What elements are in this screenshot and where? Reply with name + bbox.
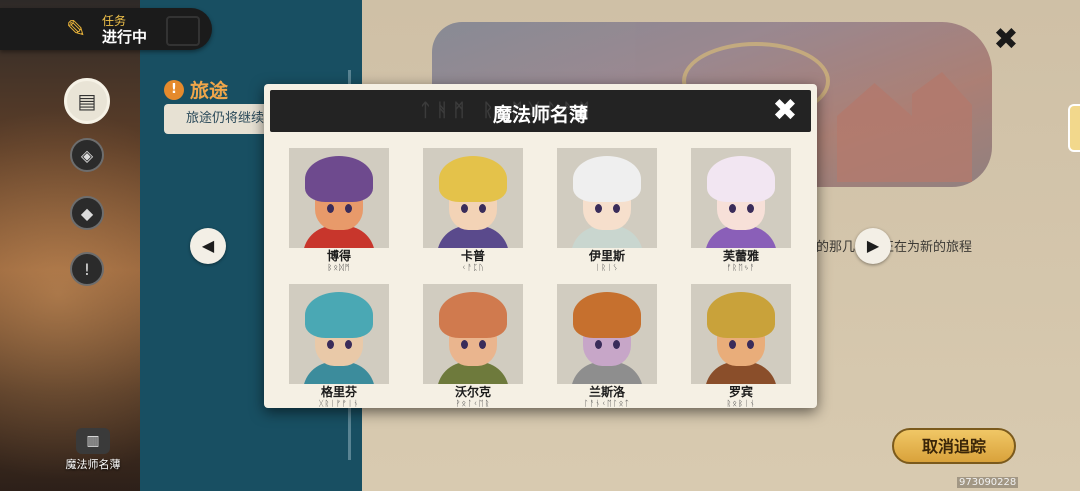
- exclamation-icon: !: [164, 79, 184, 100]
- mage-portrait: [289, 284, 389, 384]
- mage-portrait: [691, 148, 791, 248]
- portrait-eye: [327, 340, 334, 349]
- mage-card[interactable]: 格里芬 ᚷᚱᛁᚠᚠᛁᚾ: [289, 284, 389, 408]
- mage-card[interactable]: 沃尔克 ᚹᛟᛚᚲᛖᚱ: [423, 284, 523, 408]
- journey-header: ! 旅途: [164, 76, 228, 103]
- mage-name: 罗宾: [728, 385, 753, 399]
- portrait-hair: [707, 156, 775, 202]
- portrait-eye: [729, 340, 736, 349]
- portrait-hair: [305, 292, 373, 338]
- mage-portrait: [557, 148, 657, 248]
- portrait-hair: [305, 156, 373, 202]
- mage-name: 兰斯洛: [588, 385, 625, 399]
- compass-icon[interactable]: ◈: [70, 138, 104, 172]
- mage-name: 卡普: [460, 249, 485, 263]
- mage-rune-name: ᚠᚱᛖᛃᚨ: [726, 263, 756, 272]
- portrait-eye: [595, 340, 602, 349]
- arrow-left-icon[interactable]: ◀: [190, 228, 226, 264]
- portrait-eye: [595, 204, 602, 213]
- portrait-hair: [707, 292, 775, 338]
- mage-card[interactable]: 博得 ᛒᛟᛞᛗ: [289, 148, 389, 272]
- cancel-tracking-button[interactable]: 取消追踪: [892, 428, 1016, 464]
- portrait-hair: [439, 156, 507, 202]
- task-status-badge[interactable]: ✎ 任务 进行中: [0, 8, 212, 50]
- portrait-eye: [613, 340, 620, 349]
- mage-portrait: [423, 284, 523, 384]
- mage-rune-name: ᚱᛟᛒᛁᚾ: [726, 399, 756, 408]
- mage-name: 沃尔克: [454, 385, 491, 399]
- story-text: 的那几…是正在为新的旅程: [816, 240, 973, 255]
- task-status: 进行中: [102, 28, 148, 46]
- mage-portrait: [423, 148, 523, 248]
- portrait-eye: [479, 204, 486, 213]
- portrait-eye: [729, 204, 736, 213]
- book-icon: ▥: [76, 428, 110, 454]
- portrait-hair: [573, 156, 641, 202]
- mage-roster-label: 魔法师名薄: [65, 458, 121, 471]
- mage-name: 博得: [326, 249, 351, 263]
- mage-rune-name: ᛁᚱᛁᛊ: [595, 263, 619, 272]
- portrait-eye: [461, 340, 468, 349]
- mage-card[interactable]: 伊里斯 ᛁᚱᛁᛊ: [557, 148, 657, 272]
- portrait-eye: [479, 340, 486, 349]
- mage-name: 芙蕾雅: [722, 249, 759, 263]
- mage-rune-name: ᛚᚨᚾᚲᛖᛚᛟᛏ: [583, 399, 631, 408]
- map-icon: [166, 16, 200, 46]
- portrait-eye: [345, 340, 352, 349]
- mage-rune-name: ᚷᚱᛁᚠᚠᛁᚾ: [318, 399, 360, 408]
- task-label: 任务: [102, 14, 127, 28]
- mage-name: 伊里斯: [588, 249, 625, 263]
- close-icon[interactable]: ✖: [769, 95, 801, 127]
- user-id: 973090228: [957, 477, 1019, 488]
- portrait-hair: [573, 292, 641, 338]
- scroll-icon: ✎: [65, 15, 87, 43]
- arrow-right-icon[interactable]: ▶: [855, 228, 891, 264]
- modal-header: ᛏᚻᛗ ᚱ ᛗᚷᛚᚨᛗ 魔法师名薄 ✖: [270, 90, 811, 132]
- mage-card[interactable]: 芙蕾雅 ᚠᚱᛖᛃᚨ: [691, 148, 791, 272]
- mage-portrait: [557, 284, 657, 384]
- mage-portrait: [289, 148, 389, 248]
- mage-card[interactable]: 兰斯洛 ᛚᚨᚾᚲᛖᛚᛟᛏ: [557, 284, 657, 408]
- mage-card[interactable]: 卡普 ᚲᚨᛈᚢ: [423, 148, 523, 272]
- portrait-eye: [345, 204, 352, 213]
- portrait-eye: [613, 204, 620, 213]
- shield-icon[interactable]: ◆: [70, 196, 104, 230]
- mage-roster-modal: ᛏᚻᛗ ᚱ ᛗᚷᛚᚨᛗ 魔法师名薄 ✖ 博得 ᛒᛟᛞᛗ 卡普 ᚲᚨᛈᚢ 伊里斯 ᛁᚱᛁᛊ 芙…: [264, 84, 817, 408]
- background-scene-left: [0, 0, 145, 491]
- modal-title: 魔法师名薄: [492, 104, 588, 126]
- alert-icon[interactable]: !: [70, 252, 104, 286]
- close-icon[interactable]: ✖: [990, 24, 1022, 56]
- journey-tab-icon[interactable]: ▤: [64, 78, 110, 124]
- mage-portrait: [691, 284, 791, 384]
- mage-rune-name: ᚲᚨᛈᚢ: [461, 263, 485, 272]
- portrait-eye: [461, 204, 468, 213]
- mage-roster-button[interactable]: ▥ 魔法师名薄: [60, 428, 126, 472]
- portrait-eye: [747, 340, 754, 349]
- portrait-hair: [439, 292, 507, 338]
- side-drawer-tab[interactable]: [1068, 104, 1080, 152]
- portrait-eye: [747, 204, 754, 213]
- mage-rune-name: ᚹᛟᛚᚲᛖᚱ: [455, 399, 491, 408]
- mage-name: 格里芬: [320, 385, 357, 399]
- mage-rune-name: ᛒᛟᛞᛗ: [327, 263, 351, 272]
- journey-title: 旅途: [190, 80, 229, 102]
- portrait-eye: [327, 204, 334, 213]
- mage-card[interactable]: 罗宾 ᚱᛟᛒᛁᚾ: [691, 284, 791, 408]
